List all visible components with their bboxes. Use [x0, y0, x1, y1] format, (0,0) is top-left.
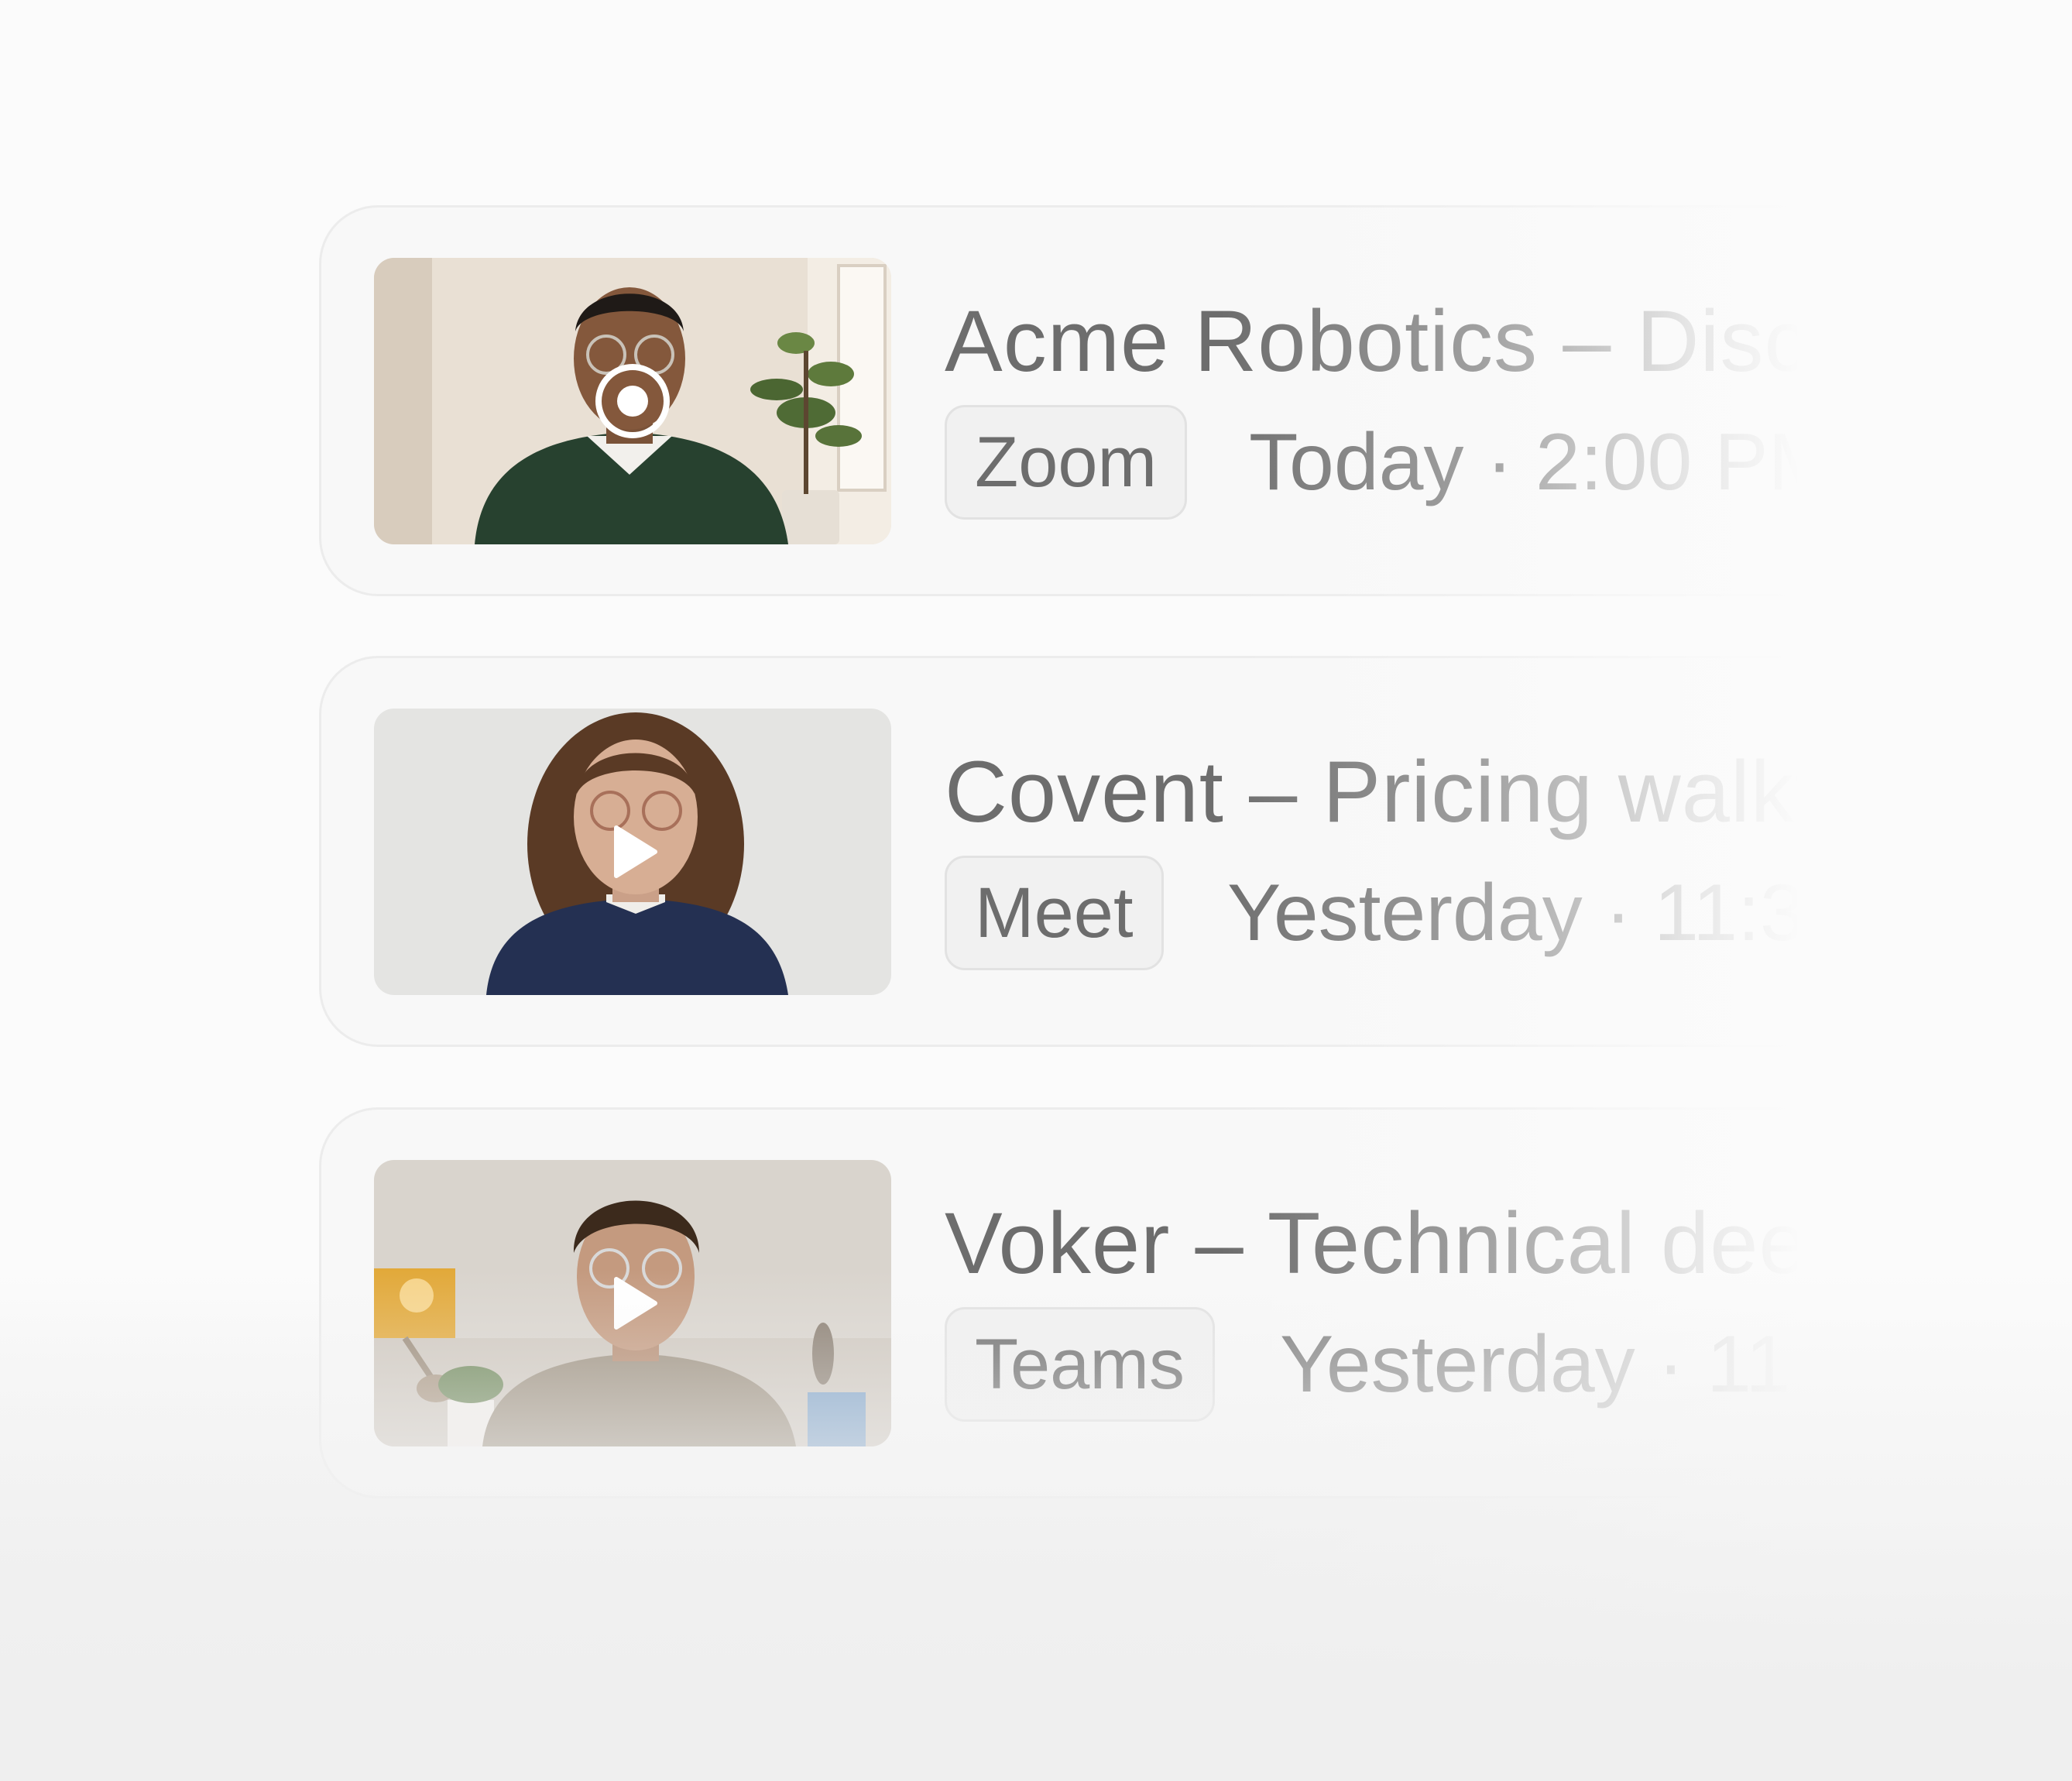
platform-badge: Zoom — [945, 405, 1188, 520]
video-thumbnail[interactable] — [374, 1160, 891, 1446]
platform-badge: Teams — [945, 1307, 1215, 1422]
platform-badge: Meet — [945, 856, 1164, 970]
play-icon[interactable] — [598, 1268, 667, 1338]
recording-title[interactable]: Voker – Technical deep d — [945, 1193, 1931, 1294]
recording-time: Today · 2:00 PM — [1249, 417, 1836, 507]
recording-card[interactable]: Acme Robotics – Discove Zoom Today · 2:0… — [319, 205, 2061, 596]
recording-time: Yesterday · 11:30 A — [1227, 868, 1922, 958]
recording-card[interactable]: Voker – Technical deep d Teams Yesterday… — [319, 1107, 2061, 1498]
video-thumbnail[interactable] — [374, 709, 891, 995]
recording-title[interactable]: Covent – Pricing walkthro — [945, 742, 1947, 842]
video-thumbnail[interactable] — [374, 258, 891, 544]
recordings-list: Acme Robotics – Discove Zoom Today · 2:0… — [0, 0, 2072, 1781]
record-icon[interactable] — [594, 362, 671, 440]
recording-title[interactable]: Acme Robotics – Discove — [945, 291, 1950, 392]
recording-time: Yesterday · 11:30 — [1280, 1319, 1902, 1409]
play-icon[interactable] — [598, 817, 667, 887]
recording-card[interactable]: Covent – Pricing walkthro Meet Yesterday… — [319, 656, 2061, 1047]
